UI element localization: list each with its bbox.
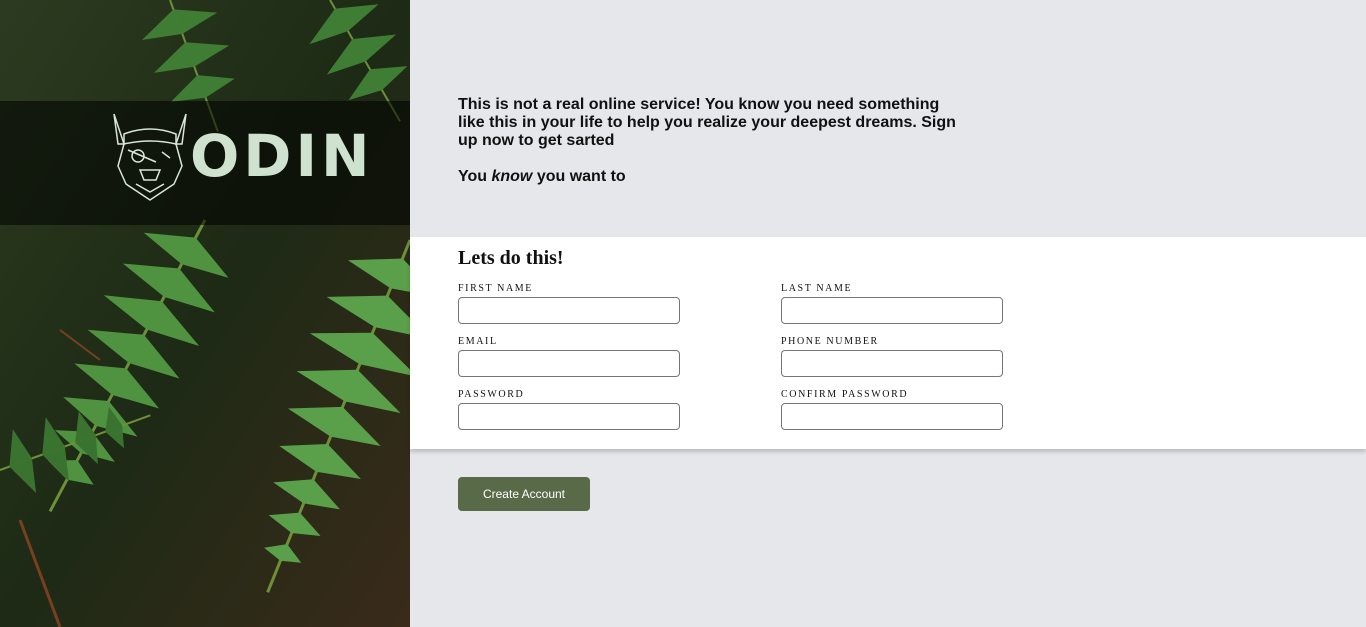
password-label: PASSWORD [458,389,525,400]
email-input[interactable] [458,350,680,377]
phone-input[interactable] [781,350,1003,377]
confirm-password-label: CONFIRM PASSWORD [781,389,909,400]
password-input[interactable] [458,403,680,430]
form-title: Lets do this! [458,247,564,269]
fern-background-image [0,0,410,627]
first-name-input[interactable] [458,297,680,324]
viking-bulldog-icon [113,113,187,201]
first-name-label: FIRST NAME [458,283,533,294]
last-name-label: LAST NAME [781,283,853,294]
main-content: This is not a real online service! You k… [410,0,1366,627]
create-account-button[interactable]: Create Account [458,477,590,511]
phone-label: PHONE NUMBER [781,336,879,347]
confirm-password-input[interactable] [781,403,1003,430]
sidebar-hero-image: ODIN [0,0,410,627]
tagline-prefix: You [458,168,492,185]
intro-paragraph: This is not a real online service! You k… [458,96,956,149]
last-name-input[interactable] [781,297,1003,324]
logo-text: ODIN [190,122,374,190]
password-field-group: PASSWORD [458,388,680,430]
email-field-group: EMAIL [458,335,680,377]
tagline-emphasis: know [491,168,533,185]
last-name-field-group: LAST NAME [781,282,1003,324]
intro-text: This is not a real online service! You k… [458,96,958,186]
confirm-password-field-group: CONFIRM PASSWORD [781,388,1003,430]
signup-form-panel: Lets do this! FIRST NAME LAST NAME EMAIL… [410,237,1366,449]
first-name-field-group: FIRST NAME [458,282,680,324]
phone-field-group: PHONE NUMBER [781,335,1003,377]
email-label: EMAIL [458,336,498,347]
intro-tagline: You know you want to [458,168,958,186]
tagline-suffix: you want to [532,168,626,185]
